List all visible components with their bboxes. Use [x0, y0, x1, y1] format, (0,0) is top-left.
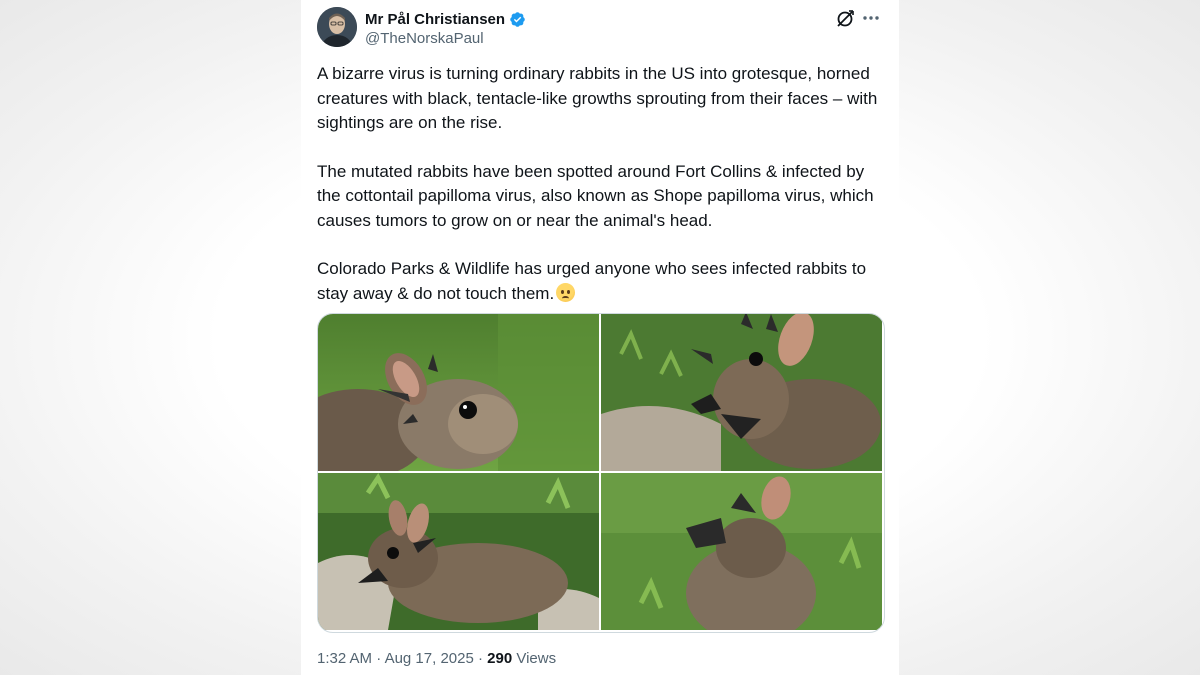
- verified-badge-icon[interactable]: [509, 11, 526, 28]
- worried-face-emoji: [556, 282, 576, 302]
- tweet-time[interactable]: 1:32 AM: [317, 650, 372, 667]
- rabbit-photo-1-image: [318, 314, 599, 471]
- rabbit-photo-2-image: [601, 314, 882, 471]
- tweet-paragraph-2: The mutated rabbits have been spotted ar…: [317, 161, 874, 230]
- views-count: 290: [487, 650, 513, 667]
- tweet-paragraph-1: A bizarre virus is turning ordinary rabb…: [317, 64, 878, 132]
- tweet-paragraph-3-text: Colorado Parks & Wildlife has urged anyo…: [317, 259, 867, 303]
- media-photo-2[interactable]: [601, 314, 882, 471]
- avatar[interactable]: [317, 7, 357, 47]
- tweet-meta: 1:32 AM · Aug 17, 2025 · 290 Views: [317, 650, 556, 667]
- rabbit-photo-4-image: [601, 473, 882, 630]
- views-label: Views: [516, 650, 557, 667]
- grok-icon[interactable]: [835, 9, 855, 29]
- more-options-icon[interactable]: [859, 8, 883, 28]
- tweet-paragraph-3: Colorado Parks & Wildlife has urged anyo…: [317, 257, 887, 306]
- media-grid: [317, 313, 885, 633]
- author-names: Mr Pål Christiansen @TheNorskaPaul: [365, 9, 526, 47]
- media-photo-1[interactable]: [318, 314, 599, 471]
- media-photo-3[interactable]: [318, 473, 599, 630]
- rabbit-photo-3-image: [318, 473, 599, 630]
- handle[interactable]: @TheNorskaPaul: [365, 30, 526, 47]
- meta-separator-2: ·: [477, 650, 483, 667]
- display-name-row: Mr Pål Christiansen: [365, 9, 526, 29]
- display-name[interactable]: Mr Pål Christiansen: [365, 11, 505, 28]
- tweet-text: A bizarre virus is turning ordinary rabb…: [317, 62, 887, 330]
- media-photo-4[interactable]: [601, 473, 882, 630]
- tweet-card: Mr Pål Christiansen @TheNorskaPaul A biz…: [301, 0, 899, 675]
- tweet-header: Mr Pål Christiansen @TheNorskaPaul: [317, 7, 883, 51]
- tweet-date[interactable]: Aug 17, 2025: [385, 650, 474, 667]
- avatar-image: [317, 7, 357, 47]
- meta-separator: ·: [376, 650, 382, 667]
